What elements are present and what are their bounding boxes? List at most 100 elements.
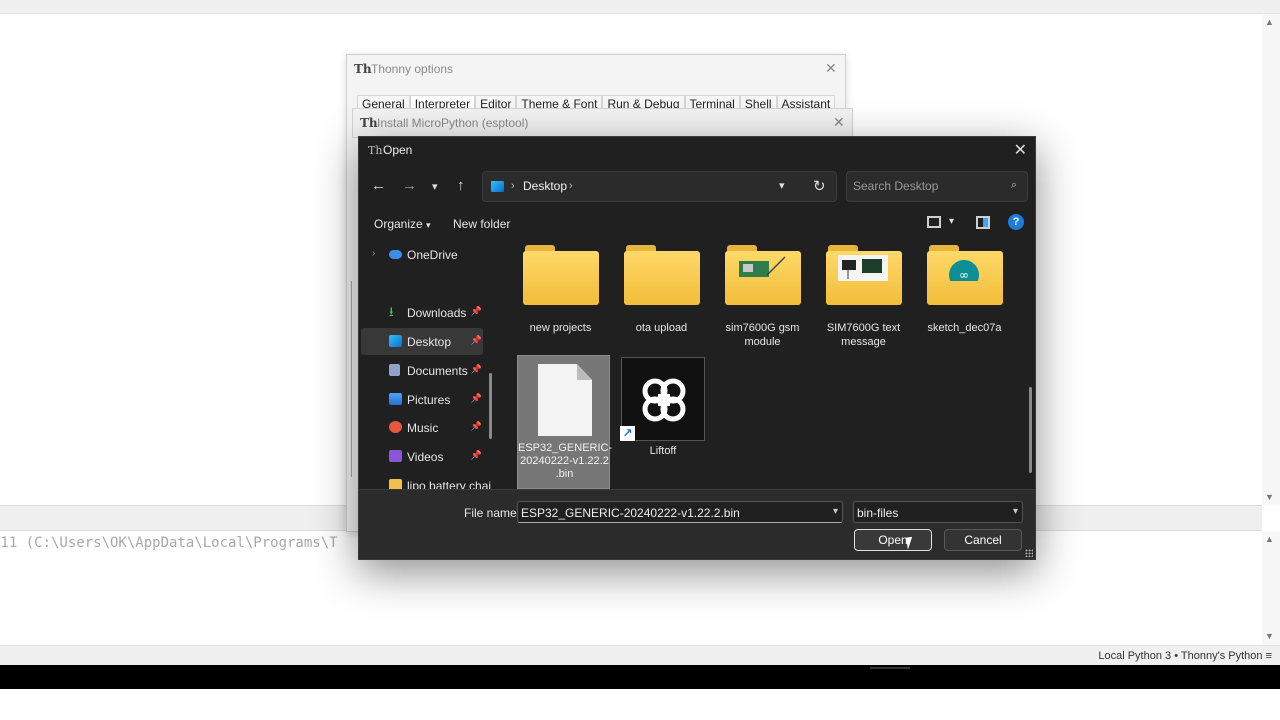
open-file-dialog: Th Open ✕ ← → ▾ ↑ › Desktop › ▾ ↻ ⌕ Orga… xyxy=(358,136,1036,560)
chevron-right-icon[interactable]: › xyxy=(372,248,375,259)
sidebar-item-lipo-battery[interactable]: lipo battery chai xyxy=(361,472,491,489)
desktop-screen: ▲ ▼ .11 (C:\Users\OK\AppData\Local\Progr… xyxy=(0,0,1280,720)
scroll-up-icon[interactable]: ▲ xyxy=(1265,534,1274,544)
sidebar-item-onedrive[interactable]: › OneDrive xyxy=(361,241,483,268)
file-name-line: ESP32_GENERIC- xyxy=(518,442,613,454)
folder-item[interactable]: new projects xyxy=(513,239,608,335)
folder-item[interactable]: sim7600G gsm module xyxy=(715,239,810,349)
pin-icon[interactable]: 📌 xyxy=(471,364,482,375)
sidebar-item-desktop[interactable]: Desktop 📌 xyxy=(361,328,483,355)
menu-icon[interactable]: ≡ xyxy=(1266,650,1272,662)
chevron-down-icon[interactable]: ▾ xyxy=(833,506,838,517)
editor-scrollbar[interactable]: ▲ ▼ xyxy=(1262,14,1280,505)
recent-locations-chevron-icon[interactable]: ▾ xyxy=(432,180,438,193)
music-icon xyxy=(389,421,402,433)
status-bar: Local Python 3 • Thonny's Python ≡ xyxy=(0,645,1280,665)
desktop-icon xyxy=(491,181,504,192)
breadcrumb-desktop[interactable]: Desktop xyxy=(523,179,567,193)
breadcrumb-chevron-icon[interactable]: › xyxy=(511,180,515,192)
shell-scrollbar[interactable]: ▲ ▼ xyxy=(1262,531,1280,645)
back-arrow-icon[interactable]: ← xyxy=(371,177,386,194)
sidebar-item-downloads[interactable]: ⭳ Downloads 📌 xyxy=(361,299,483,326)
folder-icon xyxy=(623,245,700,305)
interpreter-status[interactable]: Local Python 3 • Thonny's Python ≡ xyxy=(1098,650,1272,662)
videos-icon xyxy=(389,450,402,462)
scroll-down-icon[interactable]: ▼ xyxy=(1265,631,1274,641)
help-icon[interactable]: ? xyxy=(1008,214,1024,230)
close-icon[interactable]: ✕ xyxy=(825,60,837,77)
address-dropdown-icon[interactable]: ▾ xyxy=(779,179,785,192)
view-icon[interactable] xyxy=(927,216,941,228)
status-separator: • xyxy=(1174,650,1179,662)
file-list-scrollbar[interactable] xyxy=(1029,387,1032,473)
folder-name: SIM7600G text message xyxy=(826,322,901,348)
file-item-liftoff[interactable]: ↗ xyxy=(620,357,705,441)
forward-arrow-icon[interactable]: → xyxy=(402,177,417,194)
sidebar-item-label: Desktop xyxy=(407,335,452,349)
navigation-pane: › OneDrive ⭳ Downloads 📌 Desktop 📌 Docum… xyxy=(359,239,493,489)
file-item-selected[interactable]: ESP32_GENERIC- 20240222-v1.22.2 .bin xyxy=(517,355,613,489)
sidebar-item-label: Videos xyxy=(407,450,444,464)
file-name-value[interactable]: ESP32_GENERIC-20240222-v1.22.2.bin xyxy=(521,506,740,520)
folder-item[interactable]: ∞ sketch_dec07a xyxy=(917,239,1012,335)
close-icon[interactable]: ✕ xyxy=(833,114,845,131)
file-name: Liftoff xyxy=(649,445,677,457)
organize-label: Organize xyxy=(374,217,423,231)
python-label: Thonny's Python xyxy=(1180,650,1263,662)
breadcrumb-chevron-icon[interactable]: › xyxy=(569,180,573,192)
organize-button[interactable]: Organize ▾ xyxy=(374,217,431,231)
folder-name: sim7600G gsm module xyxy=(725,322,800,348)
pin-icon[interactable]: 📌 xyxy=(471,335,482,346)
file-type-select[interactable]: bin-files ▾ xyxy=(853,501,1023,523)
sim-module-thumbnail-icon xyxy=(837,255,888,281)
pin-icon[interactable]: 📌 xyxy=(471,421,482,432)
sidebar-item-pictures[interactable]: Pictures 📌 xyxy=(361,386,483,413)
liftoff-logo-icon xyxy=(642,378,686,422)
address-bar[interactable]: › Desktop › ▾ ↻ xyxy=(482,171,837,202)
preview-pane-icon[interactable] xyxy=(976,216,990,229)
folder-item[interactable]: ota upload xyxy=(614,239,709,335)
close-icon[interactable]: ✕ xyxy=(1014,140,1027,160)
open-button[interactable]: Open xyxy=(854,529,932,551)
arduino-icon: ∞ xyxy=(948,260,979,281)
svg-text:∞: ∞ xyxy=(959,268,969,281)
scroll-up-icon[interactable]: ▲ xyxy=(1265,17,1274,27)
shell-output: .11 (C:\Users\OK\AppData\Local\Programs\… xyxy=(0,535,338,551)
chevron-down-icon[interactable]: ▾ xyxy=(949,216,954,227)
sidebar-item-music[interactable]: Music 📌 xyxy=(361,414,483,441)
chevron-down-icon: ▾ xyxy=(426,220,431,230)
sidebar-item-label: lipo battery chai xyxy=(407,479,492,489)
new-folder-button[interactable]: New folder xyxy=(453,217,510,231)
file-name-line: 20240222-v1.22.2 xyxy=(520,455,609,467)
file-name-input[interactable]: ESP32_GENERIC-20240222-v1.22.2.bin ▾ xyxy=(517,501,843,523)
folder-name: new projects xyxy=(529,322,592,334)
folder-name: ota upload xyxy=(635,322,688,334)
folder-icon xyxy=(522,245,599,305)
sidebar-item-documents[interactable]: Documents 📌 xyxy=(361,357,483,384)
sidebar-item-label: Music xyxy=(407,421,439,435)
resize-grip-icon[interactable] xyxy=(1025,549,1033,557)
install-micropython-dialog: Th Install MicroPython (esptool) ✕ xyxy=(352,108,853,138)
open-title: Open xyxy=(383,143,413,157)
options-title: Thonny options xyxy=(371,62,454,76)
gsm-module-thumbnail-icon xyxy=(738,256,786,277)
scroll-down-icon[interactable]: ▼ xyxy=(1265,492,1274,502)
options-titlebar: Th Thonny options ✕ xyxy=(347,55,845,83)
pin-icon[interactable]: 📌 xyxy=(471,450,482,461)
shortcut-arrow-icon: ↗ xyxy=(620,426,635,441)
search-box[interactable]: ⌕ xyxy=(846,171,1028,202)
up-arrow-icon[interactable]: ↑ xyxy=(457,177,465,194)
interpreter-label: Local Python 3 xyxy=(1098,650,1172,662)
sidebar-item-videos[interactable]: Videos 📌 xyxy=(361,443,483,470)
folder-name: sketch_dec07a xyxy=(927,322,1002,334)
pin-icon[interactable]: 📌 xyxy=(471,393,482,404)
folder-item[interactable]: SIM7600G text message xyxy=(816,239,911,349)
refresh-icon[interactable]: ↻ xyxy=(813,177,826,195)
file-name-label: File name: xyxy=(464,506,521,520)
pin-icon[interactable]: 📌 xyxy=(471,306,482,317)
search-input[interactable] xyxy=(853,179,1001,193)
cancel-button[interactable]: Cancel xyxy=(944,529,1022,551)
navigation-scrollbar[interactable] xyxy=(489,373,492,439)
chevron-down-icon[interactable]: ▾ xyxy=(1013,506,1018,517)
folder-icon xyxy=(724,245,801,305)
